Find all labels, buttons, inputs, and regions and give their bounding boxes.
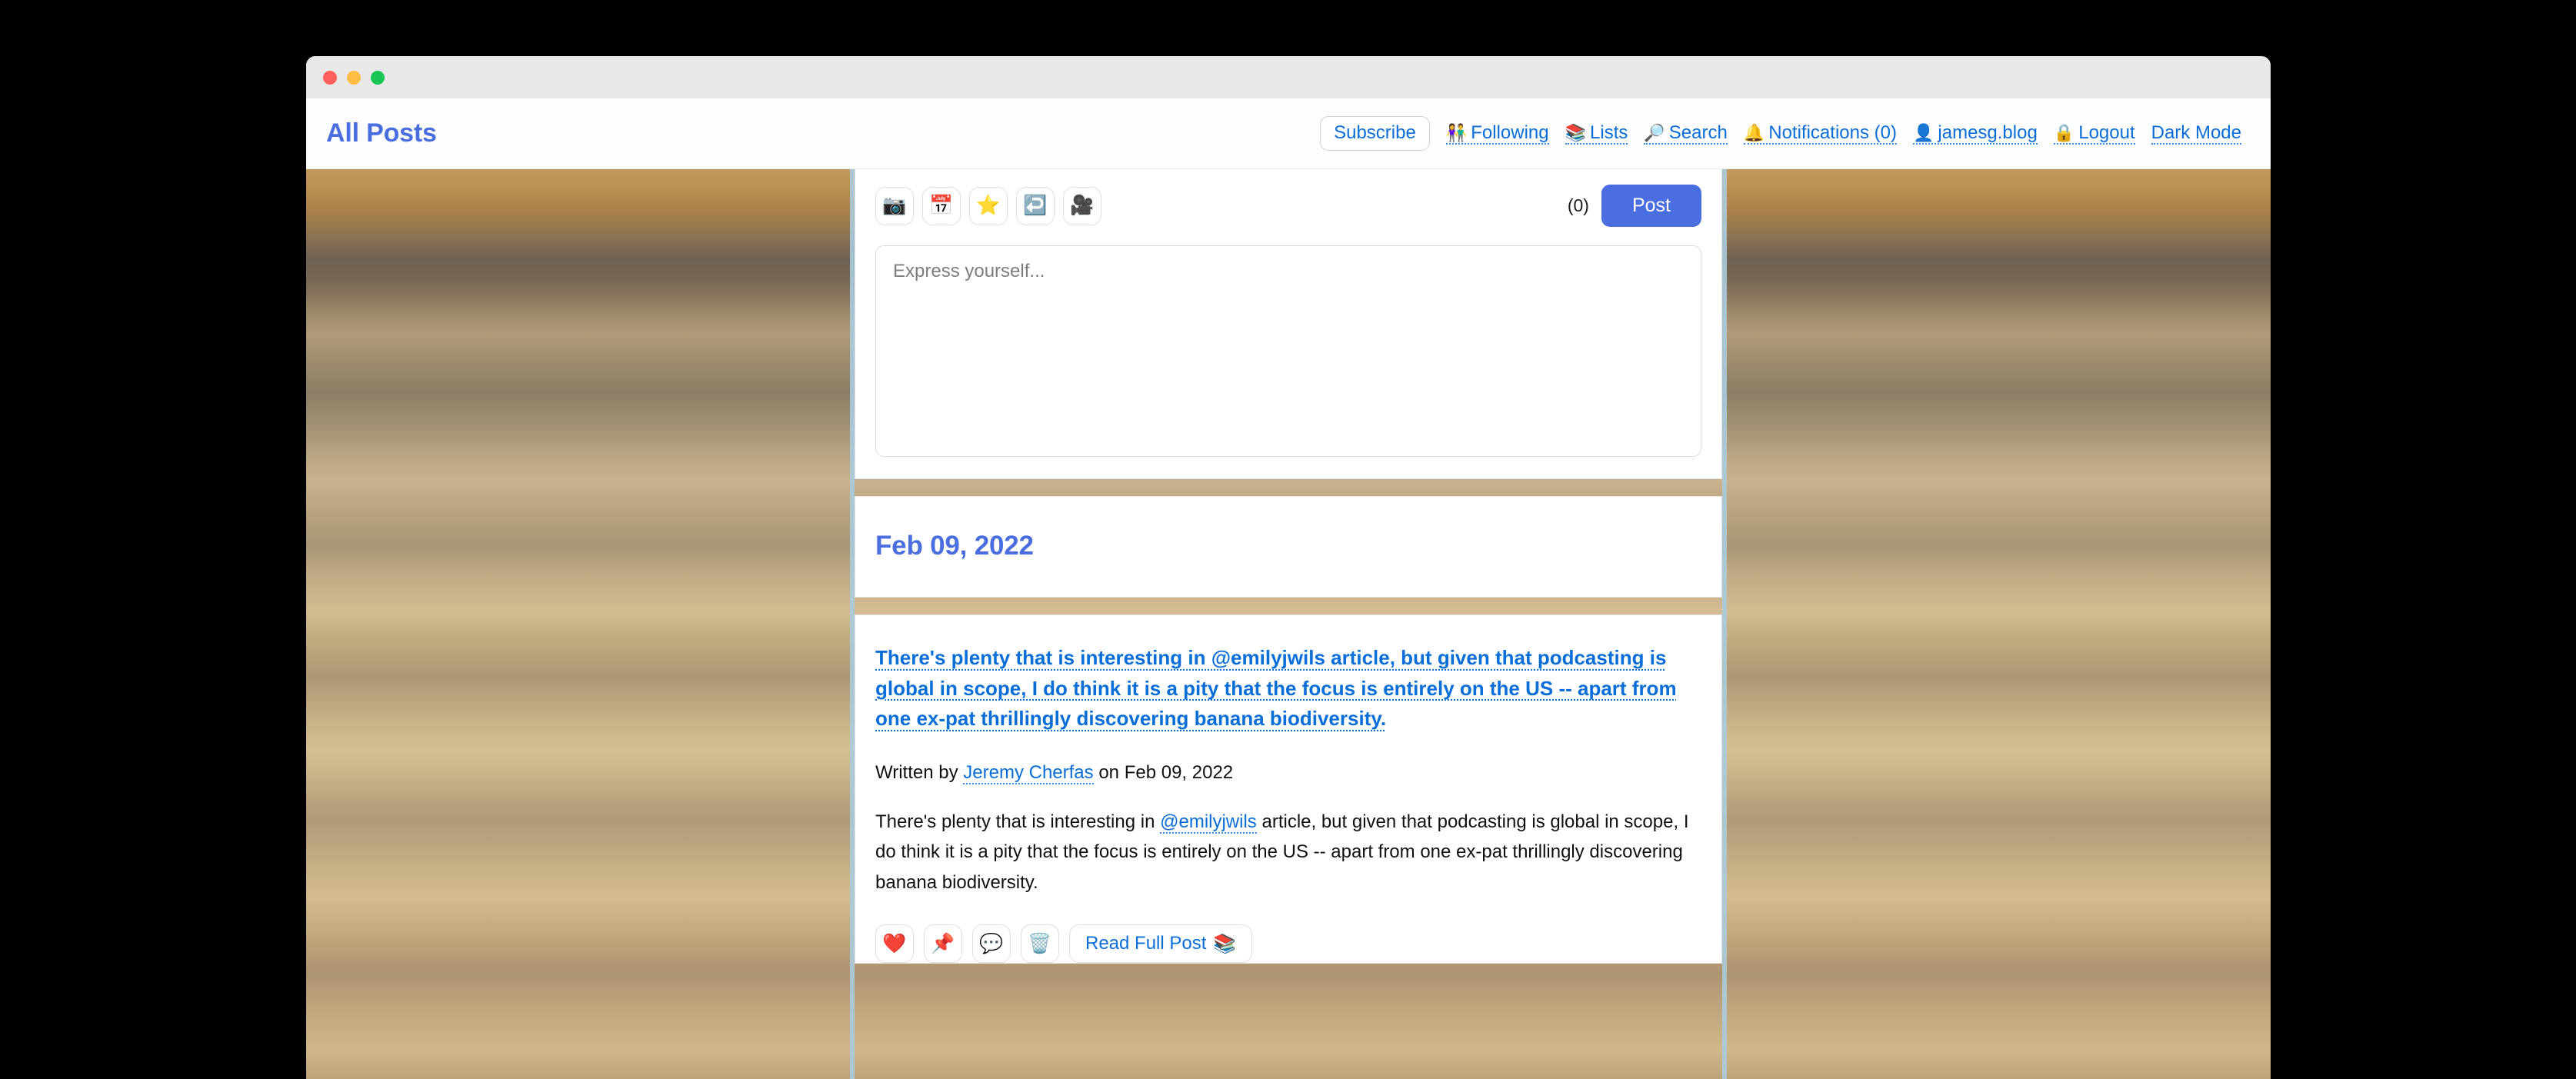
star-icon-button[interactable]: ⭐ [969,186,1008,225]
compose-textarea[interactable] [875,245,1701,457]
camera-icon-button[interactable]: 📷 [875,186,914,225]
minimize-window-button[interactable] [347,70,361,85]
nav-item-profile[interactable]: 👤 jamesg.blog [1912,122,2038,145]
feed-cards: 📷 📅 ⭐ ↩️ 🎥 (0) Post Express yourself... … [855,169,1722,964]
subscribe-button[interactable]: Subscribe [1320,115,1430,152]
compose-tools: 📷 📅 ⭐ ↩️ 🎥 [875,186,1101,225]
nav-item-lists[interactable]: 📚 Lists [1565,122,1628,145]
read-full-post-label: Read Full Post [1085,933,1207,954]
movie-camera-icon-button[interactable]: 🎥 [1063,186,1101,225]
two-people-icon: 👫 [1445,122,1468,142]
post-actions: ❤️ 📌 💬 🗑️ Read Full Post 📚 [875,924,1701,964]
reply-button[interactable]: 💬 [972,924,1011,964]
close-window-button[interactable] [323,70,337,85]
post-button[interactable]: Post [1601,185,1701,227]
window-titlebar [306,56,2271,98]
nav-item-logout-label: Logout [2078,122,2135,143]
nav-item-search-label: Search [1668,122,1728,143]
nav-item-following-label: Following [1471,122,1549,143]
nav-item-notifications-label: Notifications (0) [1768,122,1897,143]
byline-middle: on [1098,761,1120,783]
wastebasket-icon: 🗑️ [1028,932,1052,954]
books-icon: 📚 [1565,122,1587,142]
scrollbar-track-right[interactable] [1722,169,1727,1079]
heart-icon: ❤️ [882,932,907,954]
magnifying-glass-icon: 🔎 [1644,122,1665,142]
like-button[interactable]: ❤️ [875,924,914,964]
byline-date: Feb 09, 2022 [1124,761,1234,783]
nav-item-logout[interactable]: 🔒 Logout [2053,122,2135,145]
maximize-window-button[interactable] [371,70,385,85]
calendar-icon: 📅 [929,195,954,216]
read-full-post-button[interactable]: Read Full Post 📚 [1069,924,1253,964]
byline-prefix: Written by [875,761,958,783]
movie-camera-icon: 🎥 [1070,195,1095,216]
mention-link[interactable]: @emilyjwils [1160,811,1257,834]
traffic-light-group [323,70,385,85]
post-excerpt: There's plenty that is interesting in @e… [875,807,1695,898]
compose-submit-group: (0) Post [1568,185,1701,227]
reply-arrow-icon: ↩️ [1023,195,1048,216]
nav-item-profile-label: jamesg.blog [1938,122,2038,143]
main-navigation: Subscribe 👫 Following 📚 Lists 🔎 Search 🔔… [1320,115,2241,152]
person-icon: 👤 [1912,122,1934,142]
page-title: All Posts [326,118,437,148]
nav-item-following[interactable]: 👫 Following [1445,122,1549,145]
lock-icon: 🔒 [2053,122,2075,142]
nav-item-dark-mode[interactable]: Dark Mode [2151,122,2241,145]
calendar-icon-button[interactable]: 📅 [922,186,961,225]
nav-item-lists-label: Lists [1590,122,1628,143]
site-header: All Posts Subscribe 👫 Following 📚 Lists … [306,98,2271,169]
character-count: (0) [1567,195,1589,215]
speech-balloon-icon: 💬 [979,932,1004,954]
date-group-card: Feb 09, 2022 [855,496,1722,598]
nav-item-dark-mode-label: Dark Mode [2151,122,2241,143]
bell-icon: 🔔 [1743,122,1765,142]
bookmark-button[interactable]: 📌 [924,924,962,964]
date-group-heading: Feb 09, 2022 [875,531,1034,561]
reply-arrow-icon-button[interactable]: ↩️ [1016,186,1055,225]
pushpin-icon: 📌 [931,932,955,954]
content-column: 📷 📅 ⭐ ↩️ 🎥 (0) Post Express yourself... … [850,169,1727,1079]
delete-button[interactable]: 🗑️ [1021,924,1059,964]
nav-item-notifications[interactable]: 🔔 Notifications (0) [1743,122,1897,145]
post-card: There's plenty that is interesting in @e… [855,614,1722,964]
star-icon: ⭐ [976,195,1001,216]
post-byline: Written by Jeremy Cherfas on Feb 09, 202… [875,761,1701,784]
camera-icon: 📷 [882,195,907,216]
compose-card: 📷 📅 ⭐ ↩️ 🎥 (0) Post Express yourself... [855,169,1722,479]
compose-toolbar-row: 📷 📅 ⭐ ↩️ 🎥 (0) Post [875,185,1701,227]
excerpt-text-start: There's plenty that is interesting in [875,811,1161,832]
page-body: 📷 📅 ⭐ ↩️ 🎥 (0) Post Express yourself... … [306,169,2271,1079]
books-icon: 📚 [1213,933,1237,954]
post-title-link[interactable]: There's plenty that is interesting in @e… [875,643,1701,734]
post-author-link[interactable]: Jeremy Cherfas [963,761,1094,784]
nav-item-search[interactable]: 🔎 Search [1644,122,1728,145]
browser-window: All Posts Subscribe 👫 Following 📚 Lists … [306,56,2271,1079]
